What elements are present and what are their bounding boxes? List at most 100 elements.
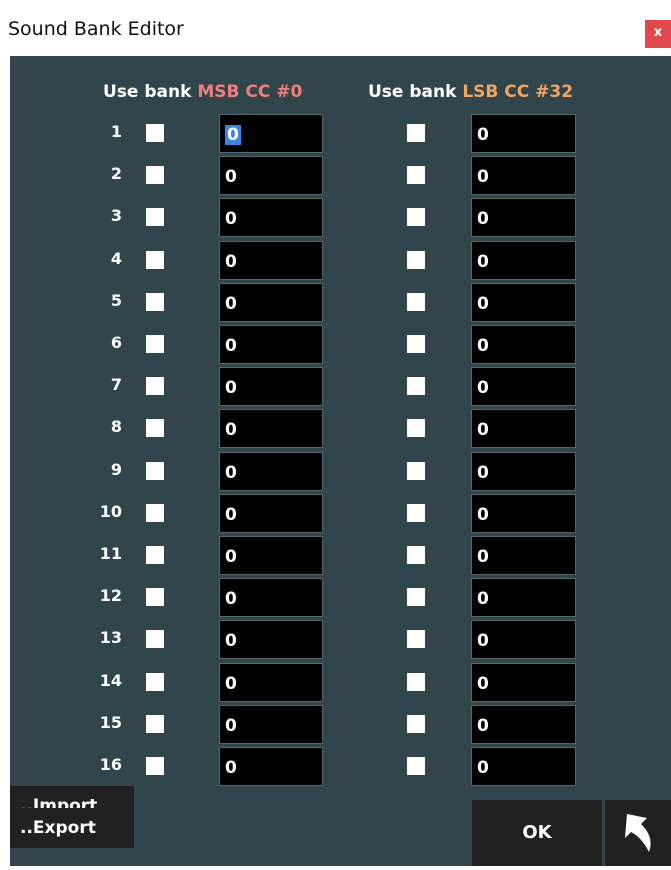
undo-button[interactable] xyxy=(605,800,671,866)
msb-use-bank-checkbox[interactable] xyxy=(146,546,164,564)
lsb-value-field[interactable]: 0 xyxy=(471,282,576,322)
msb-value-field[interactable]: 0 xyxy=(219,620,323,660)
msb-value-text: 0 xyxy=(225,336,237,356)
lsb-use-bank-checkbox[interactable] xyxy=(407,588,425,607)
msb-value-field[interactable]: 0 xyxy=(219,156,323,196)
msb-value-text: 0 xyxy=(225,462,237,483)
msb-value-field[interactable]: 0 xyxy=(219,240,323,280)
lsb-header: Use bank LSB CC #32 xyxy=(368,82,573,102)
lsb-value-field[interactable]: 0 xyxy=(471,704,576,744)
msb-use-bank-checkbox[interactable] xyxy=(146,588,164,607)
lsb-value-field[interactable]: 0 xyxy=(471,409,576,449)
msb-value-field[interactable]: 0 xyxy=(219,704,323,744)
lsb-value-text: 0 xyxy=(477,715,489,736)
lsb-use-bank-checkbox[interactable] xyxy=(407,208,425,227)
lsb-value-text: 0 xyxy=(477,293,489,314)
lsb-value-field[interactable]: 0 xyxy=(471,578,576,618)
msb-use-bank-checkbox[interactable] xyxy=(146,757,164,775)
close-button[interactable]: x xyxy=(645,20,671,48)
lsb-use-bank-checkbox[interactable] xyxy=(407,714,425,733)
lsb-value-field[interactable]: 0 xyxy=(471,662,576,702)
row-number: 5 xyxy=(110,290,122,310)
msb-value-field[interactable]: 0 xyxy=(219,451,323,491)
lsb-use-bank-checkbox[interactable] xyxy=(407,419,425,438)
ok-button[interactable]: OK xyxy=(472,800,602,866)
msb-value-field[interactable]: 0 xyxy=(219,325,323,364)
lsb-use-bank-checkbox[interactable] xyxy=(407,292,425,311)
lsb-use-bank-checkbox[interactable] xyxy=(407,546,425,564)
row-number: 14 xyxy=(99,670,122,690)
lsb-value-text: 0 xyxy=(477,504,489,525)
msb-value-field[interactable]: 0 xyxy=(219,747,323,786)
row-number: 7 xyxy=(110,375,122,395)
lsb-value-field[interactable]: 0 xyxy=(471,240,576,280)
row-number: 12 xyxy=(99,586,122,606)
msb-use-bank-checkbox[interactable] xyxy=(146,714,164,733)
lsb-value-field[interactable]: 0 xyxy=(471,451,576,491)
lsb-use-bank-checkbox[interactable] xyxy=(407,757,425,775)
msb-value-field[interactable]: 0 xyxy=(219,493,323,533)
msb-use-bank-checkbox[interactable] xyxy=(146,672,164,691)
msb-use-bank-checkbox[interactable] xyxy=(146,208,164,227)
lsb-use-bank-checkbox[interactable] xyxy=(407,377,425,396)
row-number: 2 xyxy=(110,164,122,184)
msb-use-bank-checkbox[interactable] xyxy=(146,630,164,649)
lsb-value-field[interactable]: 0 xyxy=(471,493,576,533)
lsb-use-bank-checkbox[interactable] xyxy=(407,335,425,353)
lsb-value-text: 0 xyxy=(477,420,489,441)
msb-use-bank-checkbox[interactable] xyxy=(146,292,164,311)
msb-use-bank-checkbox[interactable] xyxy=(146,166,164,185)
msb-value-field[interactable]: 0 xyxy=(219,282,323,322)
lsb-use-bank-checkbox[interactable] xyxy=(407,630,425,649)
lsb-use-bank-checkbox[interactable] xyxy=(407,503,425,522)
msb-value-field[interactable]: 0 xyxy=(219,409,323,449)
msb-value-field[interactable]: 0 xyxy=(219,662,323,702)
msb-value-text: 0 xyxy=(225,293,237,314)
lsb-value-field[interactable]: 0 xyxy=(471,367,576,407)
lsb-use-bank-checkbox[interactable] xyxy=(407,250,425,269)
lsb-value-field[interactable]: 0 xyxy=(471,536,576,575)
msb-use-bank-checkbox[interactable] xyxy=(146,419,164,438)
msb-use-bank-checkbox[interactable] xyxy=(146,335,164,353)
lsb-value-text: 0 xyxy=(477,336,489,356)
use-bank-label-lsb: Use bank xyxy=(368,82,457,102)
lsb-value-text: 0 xyxy=(477,673,489,694)
row-number: 11 xyxy=(99,544,122,563)
msb-use-bank-checkbox[interactable] xyxy=(146,377,164,396)
msb-value-field[interactable]: 0 xyxy=(219,367,323,407)
msb-value-text: 0 xyxy=(225,167,237,188)
lsb-value-field[interactable]: 0 xyxy=(471,325,576,364)
lsb-value-field[interactable]: 0 xyxy=(471,156,576,196)
lsb-value-text: 0 xyxy=(477,209,489,230)
lsb-value-text: 0 xyxy=(477,167,489,188)
lsb-value-field[interactable]: 0 xyxy=(471,747,576,786)
lsb-value-field[interactable]: 0 xyxy=(471,114,576,153)
lsb-value-text: 0 xyxy=(477,758,489,778)
msb-cc-label: MSB CC #0 xyxy=(197,82,303,102)
row-number: 13 xyxy=(99,628,122,648)
window-left-edge xyxy=(0,56,10,866)
msb-header: Use bank MSB CC #0 xyxy=(103,82,302,102)
lsb-value-text: 0 xyxy=(477,462,489,483)
export-button[interactable]: ..Export xyxy=(10,808,134,848)
msb-value-field[interactable]: 0 xyxy=(219,578,323,618)
row-number: 4 xyxy=(110,248,122,268)
lsb-use-bank-checkbox[interactable] xyxy=(407,124,425,142)
msb-value-text: 0 xyxy=(225,547,237,567)
msb-value-field[interactable]: 0 xyxy=(219,114,323,153)
msb-value-field[interactable]: 0 xyxy=(219,536,323,575)
lsb-value-field[interactable]: 0 xyxy=(471,198,576,238)
msb-use-bank-checkbox[interactable] xyxy=(146,250,164,269)
msb-use-bank-checkbox[interactable] xyxy=(146,503,164,522)
msb-value-text: 0 xyxy=(225,209,237,230)
msb-value-text: 0 xyxy=(225,673,237,694)
lsb-use-bank-checkbox[interactable] xyxy=(407,166,425,185)
msb-value-text: 0 xyxy=(225,420,237,441)
lsb-use-bank-checkbox[interactable] xyxy=(407,672,425,691)
lsb-value-field[interactable]: 0 xyxy=(471,620,576,660)
msb-value-field[interactable]: 0 xyxy=(219,198,323,238)
lsb-use-bank-checkbox[interactable] xyxy=(407,461,425,480)
msb-use-bank-checkbox[interactable] xyxy=(146,124,164,142)
row-number: 10 xyxy=(99,501,122,521)
msb-use-bank-checkbox[interactable] xyxy=(146,461,164,480)
